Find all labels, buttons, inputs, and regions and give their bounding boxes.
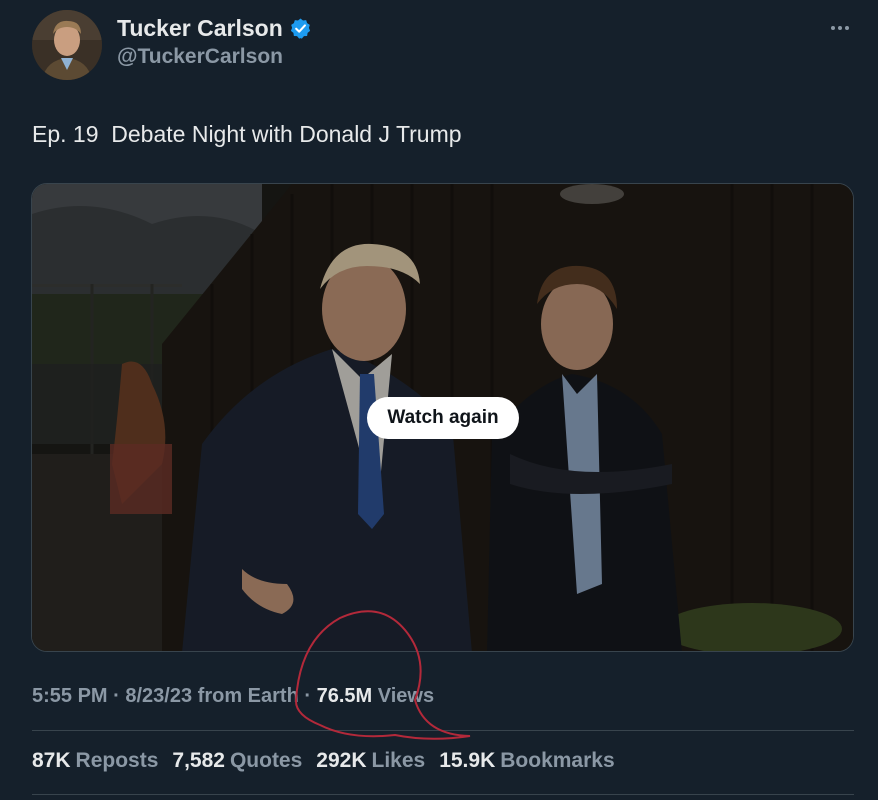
stat-count: 87K: [32, 749, 71, 772]
meta-separator: ·: [298, 685, 317, 707]
stat-label: Likes: [371, 749, 426, 772]
tweet-meta: 5:55 PM · 8/23/23 from Earth · 76.5M Vie…: [32, 685, 434, 708]
stat-label: Reposts: [75, 749, 159, 772]
likes-stat[interactable]: 292K Likes: [316, 749, 425, 773]
engagement-stats: 87K Reposts 7,582 Quotes 292K Likes 15.9K Bo…: [32, 749, 615, 773]
author-block: Tucker Carlson @TuckerCarlson: [117, 15, 312, 69]
bookmarks-stat[interactable]: 15.9K Bookmarks: [439, 749, 614, 773]
ellipsis-icon: [831, 26, 849, 30]
tweet-detail: Tucker Carlson @TuckerCarlson Ep. 19 Deb…: [0, 0, 878, 800]
tweet-location: from Earth: [197, 685, 299, 707]
divider: [32, 794, 854, 795]
stat-count: 292K: [316, 749, 367, 772]
stat-label: Quotes: [229, 749, 303, 772]
stat-count: 7,582: [172, 749, 225, 772]
quotes-stat[interactable]: 7,582 Quotes: [172, 749, 302, 773]
watch-again-button[interactable]: Watch again: [367, 397, 519, 439]
reposts-stat[interactable]: 87K Reposts: [32, 749, 158, 773]
author-name[interactable]: Tucker Carlson: [117, 15, 283, 42]
tweet-text: Ep. 19 Debate Night with Donald J Trump: [32, 121, 462, 147]
meta-separator: ·: [107, 685, 126, 707]
tweet-time[interactable]: 5:55 PM: [32, 685, 108, 707]
author-handle[interactable]: @TuckerCarlson: [117, 45, 312, 69]
more-options-button[interactable]: [824, 16, 856, 40]
tweet-date[interactable]: 8/23/23: [125, 685, 192, 707]
author-name-row: Tucker Carlson: [117, 15, 312, 42]
divider: [32, 730, 854, 731]
views-label: Views: [377, 685, 435, 707]
stat-count: 15.9K: [439, 749, 496, 772]
verified-badge-icon: [289, 17, 312, 40]
avatar[interactable]: [32, 10, 102, 80]
stat-label: Bookmarks: [500, 749, 615, 772]
views-count: 76.5M: [316, 685, 373, 707]
